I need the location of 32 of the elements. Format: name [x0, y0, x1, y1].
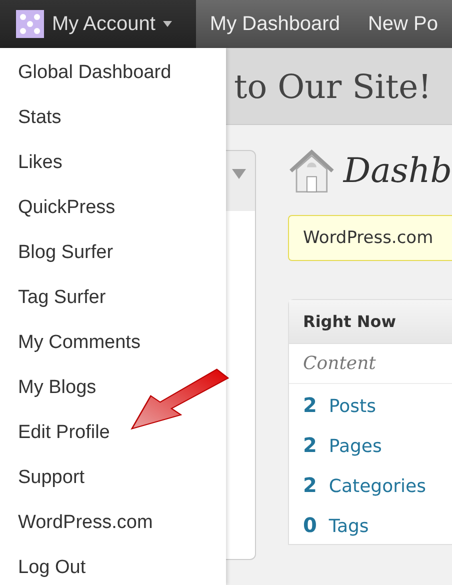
account-menu-item[interactable]: WordPress.com	[0, 500, 153, 545]
content-link[interactable]: Tags	[328, 516, 369, 537]
account-menu-item[interactable]: Tag Surfer	[0, 275, 106, 320]
notice-text: WordPress.com	[288, 215, 452, 261]
house-icon	[288, 147, 336, 195]
count-link[interactable]: 2	[303, 433, 317, 457]
account-menu-item[interactable]: Blog Surfer	[0, 230, 114, 275]
site-logo-icon	[16, 10, 44, 38]
site-title: to Our Site!	[234, 66, 432, 106]
toolbar-link[interactable]: My Dashboard	[196, 0, 354, 48]
account-menu-item[interactable]: Edit Profile	[0, 410, 110, 455]
count-link[interactable]: 0	[303, 513, 317, 537]
caret-icon	[163, 21, 172, 27]
content-link[interactable]: Categories	[328, 476, 426, 497]
section-label: Content	[289, 344, 452, 384]
my-account-menu-button[interactable]: My Account	[0, 0, 196, 48]
toolbar-link[interactable]: New Po	[354, 0, 452, 48]
account-menu-item[interactable]: Log Out	[0, 545, 86, 585]
account-menu-item[interactable]: Stats	[0, 95, 62, 140]
account-menu-item[interactable]: Likes	[0, 140, 62, 185]
account-menu-item[interactable]: My Blogs	[0, 365, 96, 410]
account-menu-item[interactable]: My Comments	[0, 320, 140, 365]
account-menu-item[interactable]: Support	[0, 455, 85, 500]
count-link[interactable]: 2	[303, 393, 317, 417]
page-heading: Dashb	[343, 151, 452, 191]
content-link[interactable]: Posts	[328, 396, 376, 417]
account-menu-item[interactable]: QuickPress	[0, 185, 116, 230]
content-link[interactable]: Pages	[328, 436, 382, 457]
account-menu-item[interactable]: Global Dashboard	[0, 50, 172, 95]
panel-title: Right Now	[289, 300, 452, 344]
count-link[interactable]: 2	[303, 473, 317, 497]
caret-icon	[232, 169, 246, 179]
